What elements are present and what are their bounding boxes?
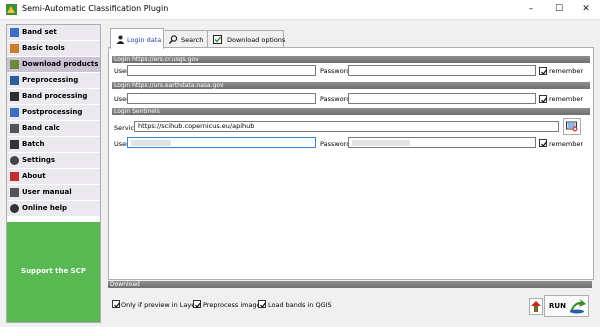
checkbox-icon bbox=[213, 35, 222, 44]
online-help-icon bbox=[10, 204, 19, 213]
settings-icon bbox=[10, 156, 19, 165]
user-icon bbox=[116, 35, 125, 44]
sentinels-service-input[interactable]: https://scihub.copernicus.eu/apihub bbox=[134, 121, 559, 132]
batch-icon bbox=[10, 140, 19, 149]
postprocessing-icon bbox=[10, 108, 19, 117]
maximize-button[interactable]: ☐ bbox=[545, 0, 573, 19]
sidebar-item-label: Online help bbox=[22, 204, 68, 212]
band-calc-icon bbox=[10, 124, 19, 133]
search-icon bbox=[169, 35, 178, 44]
sidebar-item-band-set[interactable]: Band set bbox=[7, 25, 100, 41]
usgs-password-label: Password bbox=[320, 67, 351, 75]
sidebar-item-label: Settings bbox=[22, 156, 56, 164]
support-label: Support the SCP bbox=[21, 267, 86, 275]
usgs-password-input[interactable] bbox=[348, 65, 536, 76]
reset-icon bbox=[566, 121, 578, 132]
minimize-button[interactable]: – bbox=[517, 0, 545, 19]
sentinels-password-label: Password bbox=[320, 140, 351, 148]
basic-tools-icon bbox=[10, 44, 19, 53]
sidebar-item-label: Download products bbox=[22, 60, 99, 68]
usgs-remember-label: remember bbox=[549, 67, 583, 75]
tab-search[interactable]: Search bbox=[163, 30, 208, 48]
sidebar-item-label: Basic tools bbox=[22, 44, 65, 52]
sidebar-item-label: Band processing bbox=[22, 92, 88, 100]
run-button[interactable]: RUN bbox=[544, 295, 589, 317]
earthdata-login-header: Login https://urs.earthdata.nasa.gov bbox=[112, 82, 590, 89]
close-button[interactable]: ✕ bbox=[572, 0, 600, 19]
sidebar: Band set Basic tools Download products P… bbox=[6, 24, 101, 323]
reset-service-button[interactable] bbox=[563, 118, 581, 135]
sidebar-item-postprocessing[interactable]: Postprocessing bbox=[7, 105, 100, 121]
sidebar-item-online-help[interactable]: Online help bbox=[7, 201, 100, 217]
earthdata-remember-label: remember bbox=[549, 95, 583, 103]
app-icon bbox=[6, 4, 17, 15]
preprocess-images-label: Preprocess images bbox=[203, 301, 265, 309]
sidebar-item-band-processing[interactable]: Band processing bbox=[7, 89, 100, 105]
earthdata-password-input[interactable] bbox=[348, 93, 536, 104]
sidebar-item-settings[interactable]: Settings bbox=[7, 153, 100, 169]
sidebar-item-label: User manual bbox=[22, 188, 72, 196]
load-bands-checkbox[interactable] bbox=[258, 300, 266, 308]
usgs-user-input[interactable] bbox=[127, 65, 316, 76]
sidebar-item-label: Band calc bbox=[22, 124, 60, 132]
about-icon bbox=[10, 172, 19, 181]
sentinels-password-input[interactable] bbox=[348, 137, 536, 148]
sentinels-remember-checkbox[interactable] bbox=[539, 139, 547, 147]
window-title: Semi-Automatic Classification Plugin bbox=[22, 4, 169, 13]
earthdata-user-input[interactable] bbox=[127, 93, 316, 104]
sidebar-item-basic-tools[interactable]: Basic tools bbox=[7, 41, 100, 57]
user-manual-icon bbox=[10, 188, 19, 197]
sentinels-user-input[interactable] bbox=[127, 137, 316, 148]
sidebar-item-about[interactable]: About bbox=[7, 169, 100, 185]
sidebar-item-batch[interactable]: Batch bbox=[7, 137, 100, 153]
earthdata-remember-checkbox[interactable] bbox=[539, 95, 547, 103]
run-label: RUN bbox=[549, 302, 566, 310]
download-icon bbox=[10, 60, 19, 69]
preprocess-images-checkbox[interactable] bbox=[193, 300, 201, 308]
band-set-icon bbox=[10, 28, 19, 37]
export-download-button[interactable] bbox=[529, 298, 543, 315]
title-bar: Semi-Automatic Classification Plugin – ☐… bbox=[0, 0, 600, 20]
sidebar-item-preprocessing[interactable]: Preprocessing bbox=[7, 73, 100, 89]
sidebar-item-label: Postprocessing bbox=[22, 108, 83, 116]
download-header: Download bbox=[108, 281, 592, 288]
sentinels-login-header: Login Sentinels bbox=[112, 108, 590, 115]
earthdata-password-label: Password bbox=[320, 95, 351, 103]
sidebar-item-label: About bbox=[22, 172, 46, 180]
sidebar-item-band-calc[interactable]: Band calc bbox=[7, 121, 100, 137]
sidebar-item-download-products[interactable]: Download products bbox=[7, 57, 100, 73]
usgs-login-header: Login https://ers.cr.usgs.gov bbox=[112, 56, 590, 63]
sidebar-item-label: Batch bbox=[22, 140, 45, 148]
run-icon bbox=[570, 299, 586, 314]
only-preview-checkbox[interactable] bbox=[112, 300, 120, 308]
sidebar-item-user-manual[interactable]: User manual bbox=[7, 185, 100, 201]
usgs-remember-checkbox[interactable] bbox=[539, 67, 547, 75]
tab-login-data[interactable]: Login data bbox=[110, 28, 164, 49]
preprocessing-icon bbox=[10, 76, 19, 85]
load-bands-label: Load bands in QGIS bbox=[268, 301, 332, 309]
only-preview-label: Only if preview in Layers bbox=[121, 301, 202, 309]
band-processing-icon bbox=[10, 92, 19, 101]
support-scp-button[interactable]: Support the SCP bbox=[7, 222, 100, 322]
sidebar-item-label: Band set bbox=[22, 28, 57, 36]
sidebar-item-label: Preprocessing bbox=[22, 76, 79, 84]
sentinels-remember-label: remember bbox=[549, 140, 583, 148]
tab-download-options[interactable]: Download options bbox=[207, 30, 285, 48]
export-arrow-icon bbox=[531, 301, 541, 312]
